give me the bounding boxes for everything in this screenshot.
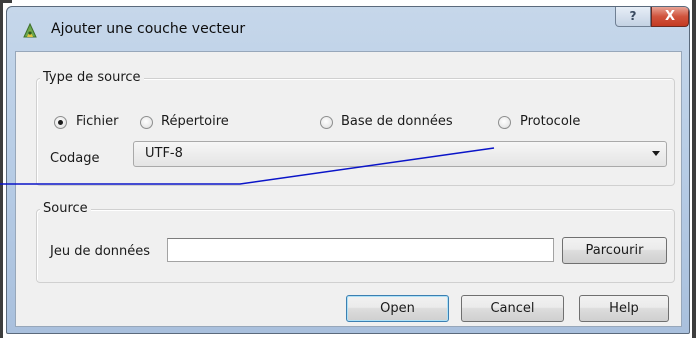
encoding-select[interactable]: UTF-8 (133, 141, 667, 167)
qgis-icon (21, 22, 39, 40)
chevron-down-icon (652, 151, 660, 156)
dataset-label: Jeu de données (50, 244, 151, 259)
add-vector-layer-dialog: Ajouter une couche vecteur ? X Type de s… (6, 6, 690, 334)
radio-directory[interactable] (140, 116, 153, 129)
help-button[interactable]: Help (579, 295, 669, 322)
title-bar[interactable]: Ajouter une couche vecteur (7, 7, 689, 51)
source-type-group (36, 78, 675, 186)
radio-file[interactable] (54, 116, 67, 129)
radio-database-label[interactable]: Base de données (341, 114, 453, 130)
close-button[interactable]: X (651, 7, 689, 27)
open-button[interactable]: Open (346, 295, 449, 322)
encoding-select-value: UTF-8 (145, 146, 183, 161)
cancel-button[interactable]: Cancel (461, 295, 564, 322)
source-group-title: Source (40, 201, 91, 216)
dataset-input[interactable] (167, 238, 554, 262)
radio-directory-label[interactable]: Répertoire (161, 114, 229, 130)
dialog-content: Type de source Fichier Répertoire Base d… (15, 51, 682, 327)
source-type-group-title: Type de source (40, 70, 144, 85)
background-window-edge (0, 0, 3, 338)
radio-protocol[interactable] (498, 116, 511, 129)
browse-button[interactable]: Parcourir (562, 237, 667, 264)
background-window-edge-top (0, 0, 12, 3)
radio-file-label[interactable]: Fichier (76, 114, 119, 130)
context-help-button[interactable]: ? (615, 7, 651, 27)
encoding-label: Codage (50, 151, 100, 166)
radio-database[interactable] (320, 116, 333, 129)
background-window-edge-right (692, 0, 696, 338)
dialog-title: Ajouter une couche vecteur (51, 21, 246, 37)
radio-protocol-label[interactable]: Protocole (520, 114, 580, 130)
